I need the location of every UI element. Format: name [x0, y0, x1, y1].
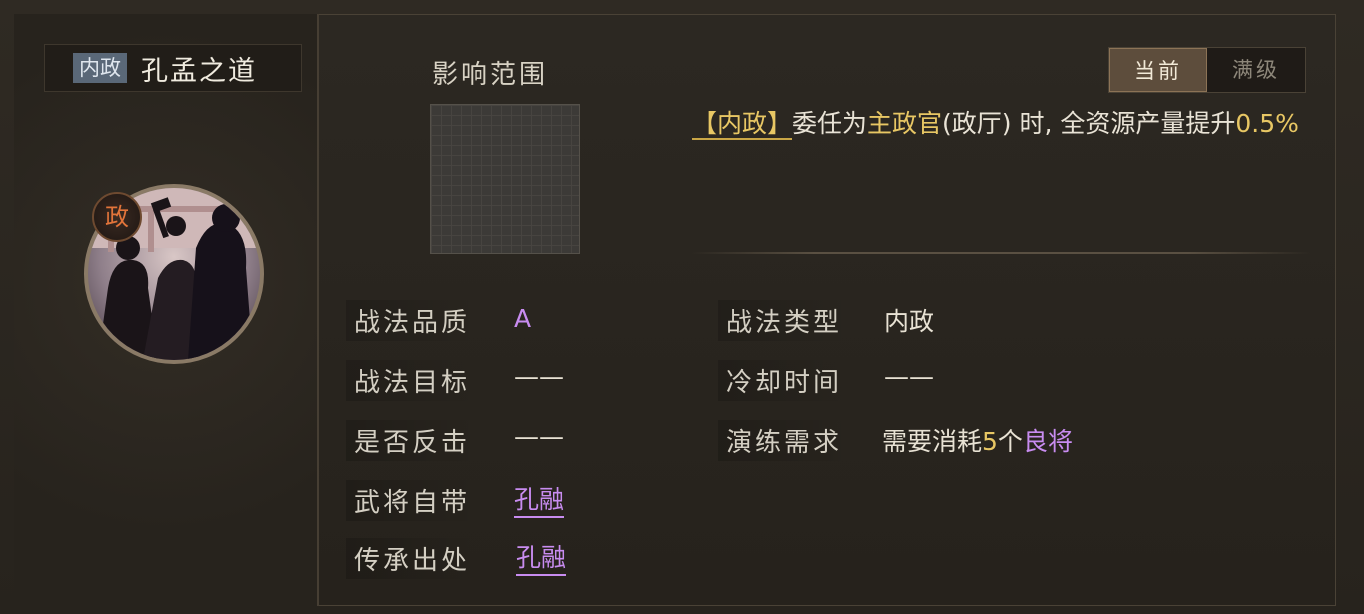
requirement-item: 良将 — [1022, 427, 1073, 456]
description-tag[interactable]: 【内政】 — [692, 109, 793, 140]
stat-label-training-requirement: 演练需求 — [718, 420, 851, 461]
description-value: 0.5% — [1235, 109, 1299, 138]
description-role: 主政官 — [867, 109, 943, 138]
stat-value-quality: A — [514, 304, 532, 333]
stat-label-quality: 战法品质 — [346, 300, 479, 341]
toggle-current-button[interactable]: 当前 — [1109, 48, 1207, 92]
stat-value-skill-type: 内政 — [884, 307, 935, 336]
stat-value-training-requirement: 需要消耗5个良将 — [882, 422, 1073, 458]
requirement-number: 5 — [982, 427, 998, 456]
skill-description: 【内政】委任为主政官(政厅) 时, 全资源产量提升0.5% — [692, 104, 1332, 144]
description-text-2: (政厅) 时, 全资源产量提升 — [942, 109, 1236, 138]
requirement-unit: 个 — [997, 427, 1023, 456]
stat-value-innate-general-link[interactable]: 孔融 — [514, 480, 565, 518]
stat-label-cooldown: 冷却时间 — [718, 360, 851, 401]
skill-name: 孔孟之道 — [141, 55, 257, 87]
skill-type-badge: 政 — [92, 192, 142, 242]
range-grid — [430, 104, 580, 254]
stat-label-innate-general: 武将自带 — [346, 480, 479, 521]
level-toggle: 当前 满级 — [1108, 47, 1306, 93]
skill-title-box: 内政 孔孟之道 — [44, 44, 302, 92]
toggle-max-level-button[interactable]: 满级 — [1207, 48, 1305, 92]
stat-value-counter: —— — [514, 422, 564, 451]
stat-label-skill-type: 战法类型 — [718, 300, 851, 341]
stat-value-target: —— — [514, 362, 564, 391]
range-label: 影响范围 — [432, 60, 549, 90]
section-divider — [690, 252, 1312, 254]
requirement-prefix: 需要消耗 — [882, 427, 983, 456]
stat-value-inheritance-source-link[interactable]: 孔融 — [516, 538, 567, 576]
stat-label-inheritance-source: 传承出处 — [346, 538, 479, 579]
stat-value-cooldown: —— — [884, 362, 934, 391]
description-text-1: 委任为 — [792, 109, 868, 138]
skill-category-tag: 内政 — [73, 53, 127, 83]
stat-label-target: 战法目标 — [346, 360, 479, 401]
stat-label-counter: 是否反击 — [346, 420, 479, 461]
